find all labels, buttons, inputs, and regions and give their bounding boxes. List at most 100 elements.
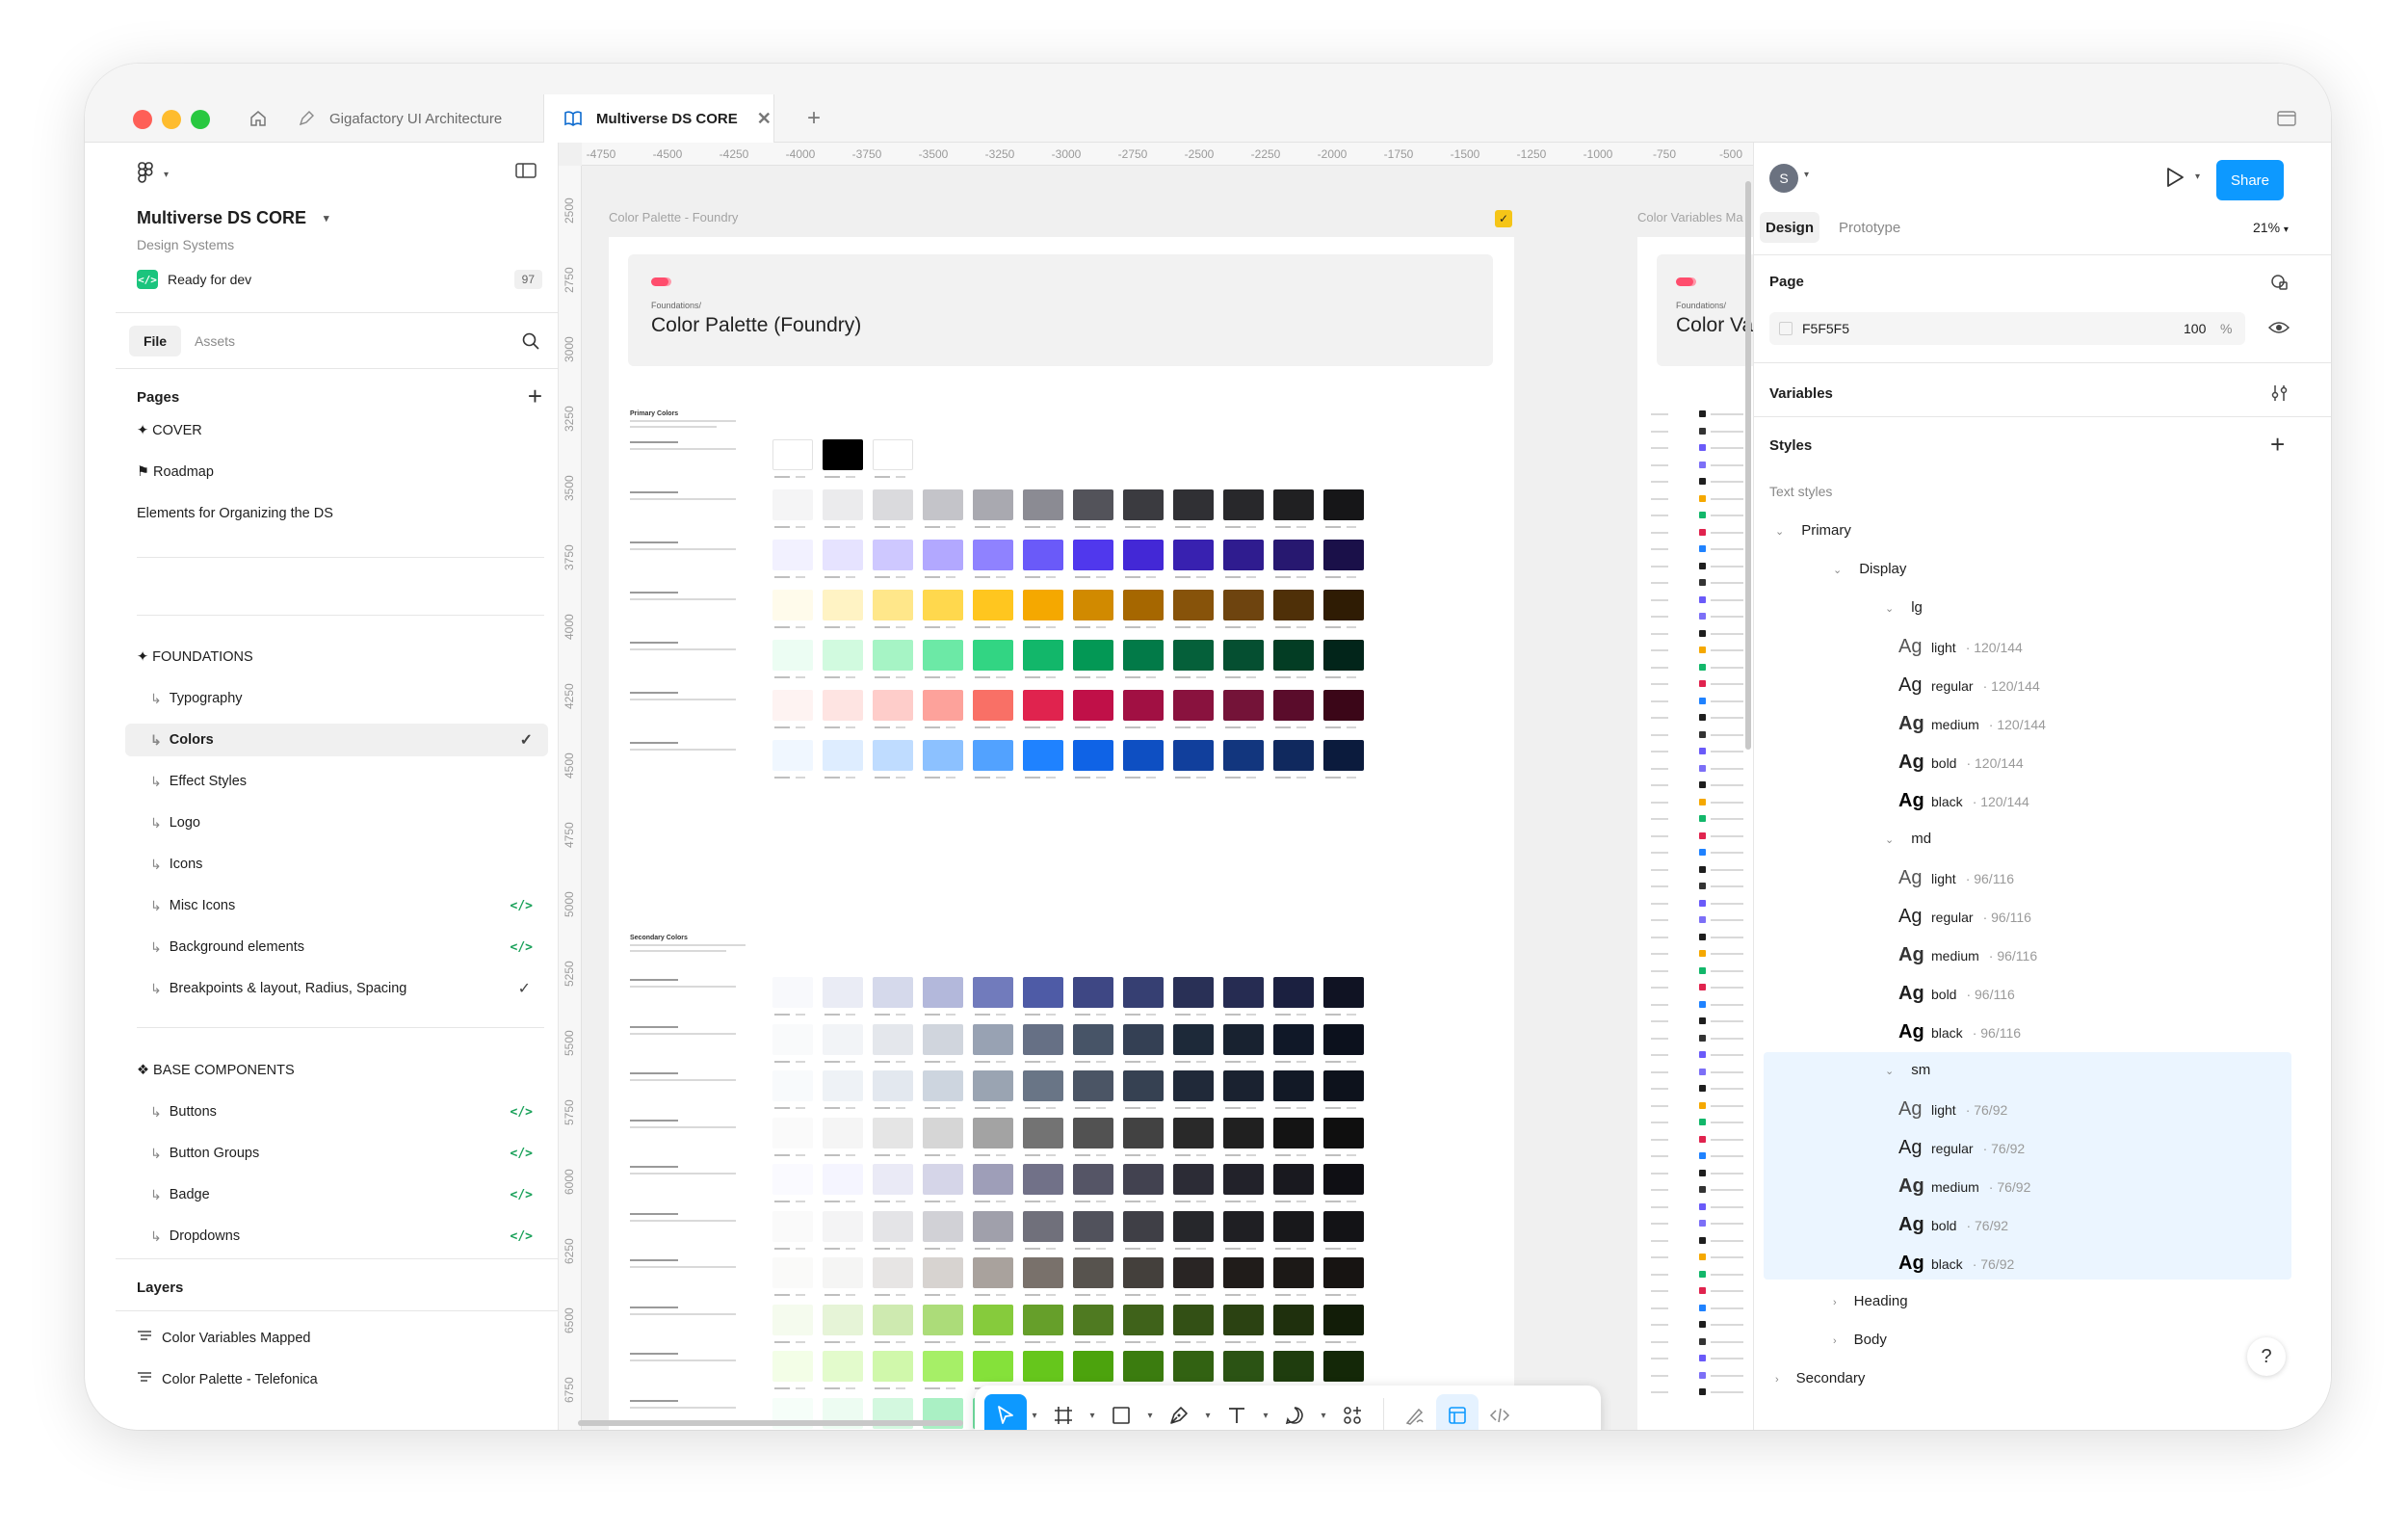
- color-swatch[interactable]: [1223, 1117, 1264, 1148]
- color-swatch[interactable]: [823, 1210, 863, 1242]
- chevron-down-icon[interactable]: ▾: [1804, 170, 1809, 180]
- style-group-md[interactable]: ⌄ md: [1885, 831, 1931, 847]
- add-page-button[interactable]: +: [528, 382, 542, 411]
- color-swatch[interactable]: [823, 1117, 863, 1148]
- color-swatch[interactable]: [1173, 640, 1214, 671]
- color-swatch[interactable]: [823, 1164, 863, 1195]
- pen-tool-button[interactable]: [1158, 1394, 1200, 1430]
- dev-mode-button[interactable]: [1479, 1394, 1521, 1430]
- color-swatch[interactable]: [873, 1304, 913, 1335]
- style-group-heading[interactable]: › Heading: [1833, 1293, 1908, 1309]
- color-swatch[interactable]: [923, 540, 963, 570]
- color-swatch[interactable]: [1073, 1304, 1113, 1335]
- color-swatch[interactable]: [1223, 977, 1264, 1008]
- shape-tool-button[interactable]: [1100, 1394, 1142, 1430]
- color-swatch[interactable]: [973, 1257, 1013, 1288]
- color-swatch[interactable]: [1173, 1164, 1214, 1195]
- horizontal-scrollbar[interactable]: [578, 1420, 963, 1426]
- color-swatch[interactable]: [823, 1257, 863, 1288]
- color-swatch[interactable]: [1323, 740, 1364, 771]
- comment-tool-button[interactable]: [1273, 1394, 1316, 1430]
- color-swatch[interactable]: [873, 1210, 913, 1242]
- text-style-item[interactable]: Ag bold · 76/92: [1898, 1214, 2008, 1236]
- color-swatch[interactable]: [973, 540, 1013, 570]
- color-swatch[interactable]: [1123, 1117, 1164, 1148]
- color-swatch[interactable]: [1173, 1304, 1214, 1335]
- text-style-item[interactable]: Ag regular · 76/92: [1898, 1137, 2025, 1159]
- color-swatch[interactable]: [1273, 640, 1314, 671]
- color-swatch[interactable]: [823, 540, 863, 570]
- close-window-button[interactable]: [133, 110, 152, 129]
- color-swatch[interactable]: [873, 740, 913, 771]
- color-swatch[interactable]: [973, 1070, 1013, 1101]
- color-swatch[interactable]: [1073, 1210, 1113, 1242]
- color-swatch[interactable]: [1023, 740, 1063, 771]
- color-swatch[interactable]: [1173, 1210, 1214, 1242]
- color-swatch[interactable]: [873, 1257, 913, 1288]
- color-swatch[interactable]: [1323, 540, 1364, 570]
- color-swatch[interactable]: [1223, 1351, 1264, 1382]
- chevron-down-icon[interactable]: ▾: [1085, 1411, 1100, 1421]
- page-color-input[interactable]: F5F5F5 100 %: [1769, 312, 2245, 345]
- color-swatch[interactable]: [1073, 1257, 1113, 1288]
- color-swatch[interactable]: [1223, 1257, 1264, 1288]
- color-swatch[interactable]: [1123, 1070, 1164, 1101]
- color-swatch[interactable]: [1073, 690, 1113, 721]
- page-item[interactable]: ↳ Buttons </>: [137, 1095, 546, 1128]
- color-swatch[interactable]: [873, 1023, 913, 1055]
- color-swatch[interactable]: [973, 1023, 1013, 1055]
- avatar[interactable]: S: [1769, 164, 1798, 193]
- color-swatch[interactable]: [973, 690, 1013, 721]
- color-swatch[interactable]: [1223, 740, 1264, 771]
- color-swatch[interactable]: [1273, 1257, 1314, 1288]
- color-swatch[interactable]: [823, 590, 863, 620]
- frame-tool-button[interactable]: [1042, 1394, 1085, 1430]
- color-swatch[interactable]: [973, 1117, 1013, 1148]
- chevron-down-icon[interactable]: ▾: [2195, 172, 2200, 182]
- color-swatch[interactable]: [873, 489, 913, 520]
- layer-item[interactable]: Color Palette - Telefonica: [137, 1363, 546, 1396]
- color-swatch[interactable]: [1273, 690, 1314, 721]
- color-swatch[interactable]: [1073, 977, 1113, 1008]
- text-style-item[interactable]: Ag bold · 120/144: [1898, 752, 2024, 774]
- color-swatch[interactable]: [1173, 740, 1214, 771]
- color-swatch[interactable]: [1023, 640, 1063, 671]
- text-style-item[interactable]: Ag bold · 96/116: [1898, 983, 2015, 1005]
- chevron-down-icon[interactable]: ▾: [1258, 1411, 1273, 1421]
- color-swatch[interactable]: [923, 1351, 963, 1382]
- color-swatch[interactable]: [923, 1164, 963, 1195]
- color-swatch[interactable]: [923, 1070, 963, 1101]
- page-color-library-button[interactable]: [2270, 272, 2290, 296]
- page-item[interactable]: ↳ Badge </>: [137, 1178, 546, 1211]
- color-swatch[interactable]: [1273, 1023, 1314, 1055]
- page-item-base-components[interactable]: ❖ BASE COMPONENTS: [137, 1054, 546, 1087]
- color-swatch[interactable]: [1023, 977, 1063, 1008]
- text-style-item[interactable]: Ag medium · 120/144: [1898, 713, 2046, 735]
- color-swatch[interactable]: [923, 690, 963, 721]
- tab-prototype[interactable]: Prototype: [1839, 220, 1900, 236]
- color-swatch[interactable]: [923, 1304, 963, 1335]
- style-group-body[interactable]: › Body: [1833, 1332, 1887, 1348]
- color-swatch[interactable]: [1023, 1117, 1063, 1148]
- tab-gigafactory[interactable]: Gigafactory UI Architecture: [277, 94, 543, 143]
- color-swatch[interactable]: [973, 740, 1013, 771]
- color-swatch[interactable]: [1123, 1210, 1164, 1242]
- color-swatch[interactable]: [772, 439, 813, 470]
- color-swatch[interactable]: [772, 690, 813, 721]
- color-swatch[interactable]: [1223, 1304, 1264, 1335]
- color-swatch[interactable]: [1073, 1023, 1113, 1055]
- color-swatch[interactable]: [772, 1210, 813, 1242]
- page-item[interactable]: ✦ COVER: [137, 414, 546, 447]
- text-tool-button[interactable]: [1216, 1394, 1258, 1430]
- file-name-button[interactable]: Multiverse DS CORE ▾: [137, 208, 329, 228]
- color-swatch[interactable]: [1123, 1164, 1164, 1195]
- search-button[interactable]: [521, 331, 540, 356]
- page-item[interactable]: ↳ Misc Icons </>: [137, 889, 546, 922]
- page-item[interactable]: ↳ Dropdowns </>: [137, 1220, 546, 1253]
- color-swatch[interactable]: [923, 1117, 963, 1148]
- close-tab-icon[interactable]: ✕: [757, 109, 772, 129]
- color-swatch[interactable]: [1123, 1023, 1164, 1055]
- zoom-window-button[interactable]: [191, 110, 210, 129]
- ready-for-dev-link[interactable]: </> Ready for dev: [137, 270, 251, 289]
- color-swatch[interactable]: [923, 1257, 963, 1288]
